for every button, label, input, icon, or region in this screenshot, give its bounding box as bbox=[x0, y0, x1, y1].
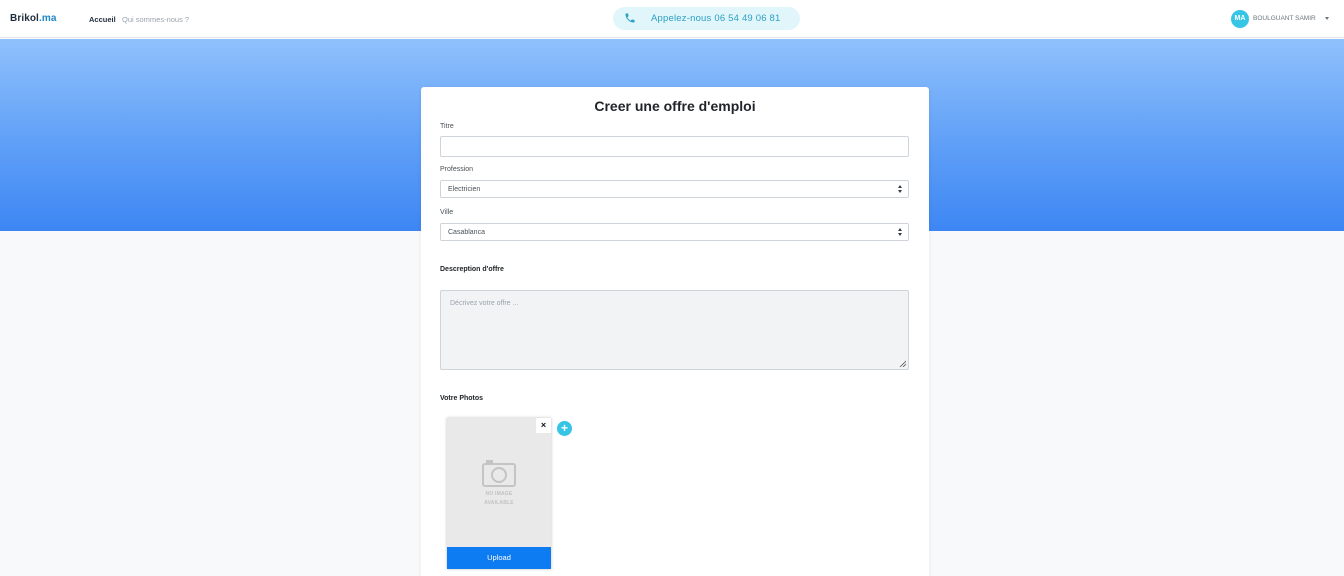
no-image-text-line2: AVAILABLE bbox=[484, 500, 514, 506]
resize-handle-icon[interactable] bbox=[899, 360, 906, 367]
description-label: Descreption d'offre bbox=[440, 266, 504, 273]
nav-link-qui-sommes-nous[interactable]: Qui sommes-nous ? bbox=[122, 15, 189, 24]
add-photo-button[interactable]: + bbox=[557, 421, 572, 436]
call-us-label: Appelez-nous 06 54 49 06 81 bbox=[651, 13, 781, 24]
photo-preview: × NO IMAGE AVAILABLE Upload bbox=[447, 418, 551, 569]
select-arrows-icon bbox=[898, 185, 902, 194]
no-image-text-line1: NO IMAGE bbox=[485, 491, 513, 497]
no-image-placeholder: NO IMAGE AVAILABLE bbox=[447, 458, 551, 506]
call-us-button[interactable]: Appelez-nous 06 54 49 06 81 bbox=[613, 7, 800, 30]
upload-button[interactable]: Upload bbox=[447, 547, 551, 569]
ville-select[interactable]: Casablanca bbox=[440, 223, 909, 241]
nav-link-accueil[interactable]: Accueil bbox=[89, 15, 116, 24]
user-menu-name[interactable]: BOULGUANT SAMIR bbox=[1253, 15, 1316, 22]
job-offer-form-card: Creer une offre d'emploi Titre Professio… bbox=[421, 87, 929, 576]
titre-label: Titre bbox=[440, 123, 454, 130]
titre-input[interactable] bbox=[440, 136, 909, 157]
page-title: Creer une offre d'emploi bbox=[594, 98, 756, 114]
select-arrows-icon bbox=[898, 228, 902, 237]
chevron-down-icon[interactable] bbox=[1325, 17, 1329, 20]
brand-name: Brikol bbox=[10, 13, 39, 24]
profession-select[interactable]: Electricien bbox=[440, 180, 909, 198]
ville-select-value: Casablanca bbox=[448, 229, 485, 236]
avatar[interactable]: MA bbox=[1231, 10, 1249, 28]
profession-select-value: Electricien bbox=[448, 186, 481, 193]
description-placeholder: Décrivez votre offre ... bbox=[450, 300, 519, 307]
photos-label: Votre Photos bbox=[440, 395, 484, 402]
top-navbar: Brikol.ma Accueil Qui sommes-nous ? Appe… bbox=[0, 0, 1344, 38]
brand-logo[interactable]: Brikol.ma bbox=[10, 13, 57, 24]
ville-label: Ville bbox=[440, 209, 454, 216]
brand-tld: .ma bbox=[38, 13, 57, 24]
remove-photo-button[interactable]: × bbox=[536, 418, 551, 433]
camera-icon bbox=[482, 460, 516, 487]
profession-label: Profession bbox=[440, 166, 474, 173]
description-textarea[interactable]: Décrivez votre offre ... bbox=[440, 290, 909, 370]
phone-icon bbox=[625, 13, 635, 23]
